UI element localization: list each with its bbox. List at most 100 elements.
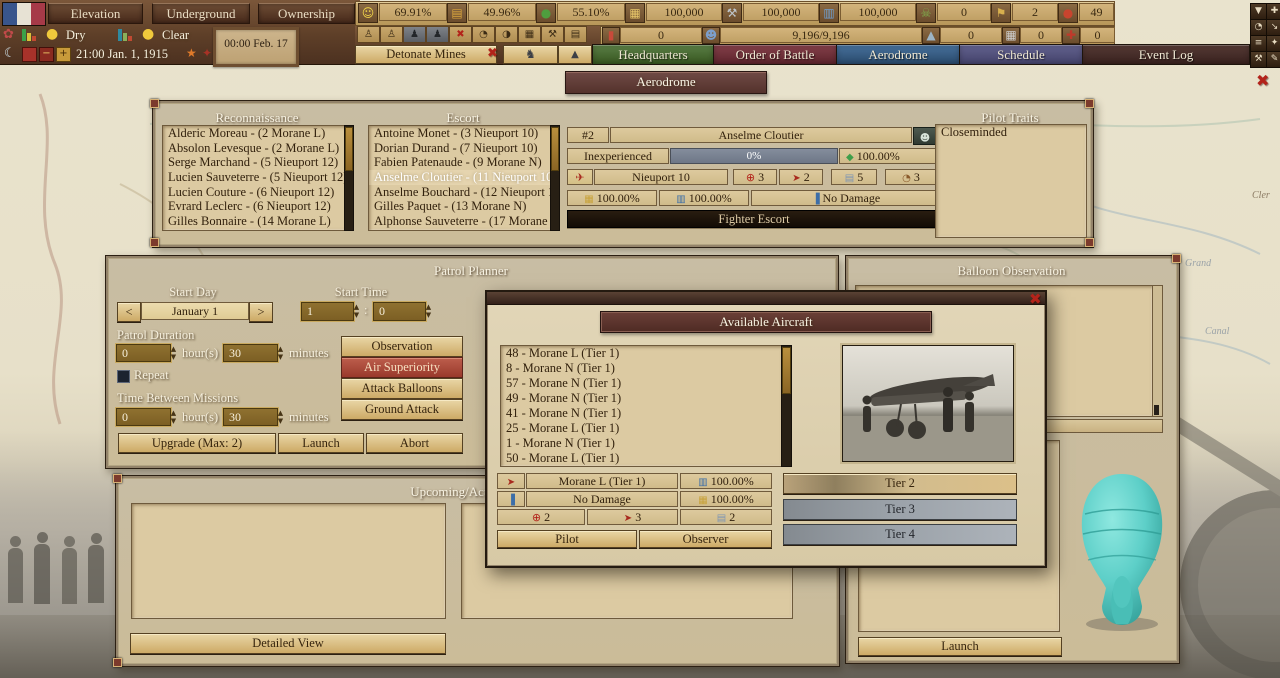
list-item[interactable]: Anselme Bouchard - (12 Nieuport 10) — [369, 185, 559, 200]
aircraft-item[interactable]: 50 - Morane L (Tier 1) — [501, 451, 782, 466]
aircraft-item[interactable]: 8 - Morane N (Tier 1) — [501, 361, 782, 376]
start-minute-input[interactable]: 0 — [373, 302, 426, 321]
depot-icon[interactable]: ▤ — [564, 26, 587, 43]
map-mode-elevation[interactable]: Elevation — [48, 3, 143, 24]
alert-icon[interactable] — [22, 47, 37, 62]
wrench-icon[interactable]: ⚒ — [1250, 51, 1267, 68]
history-icon[interactable]: ◔ — [1250, 19, 1267, 36]
tbm-minute-input[interactable]: 30 — [223, 408, 278, 426]
add-icon[interactable]: ✚ — [1266, 3, 1280, 20]
list-item[interactable]: Lucien Sauveterre - (5 Nieuport 12) — [163, 170, 353, 185]
detonate-cancel-icon[interactable]: ✖ — [487, 46, 498, 61]
duration-minute-spinner[interactable]: ▲▼ — [276, 345, 285, 361]
map-mode-ownership[interactable]: Ownership — [258, 3, 355, 24]
duration-hour-input[interactable]: 0 — [116, 344, 171, 362]
window-close-icon[interactable]: ✖ — [1256, 73, 1269, 88]
list-item[interactable]: Absolon Levesque - (2 Morane L) — [163, 141, 353, 156]
workshop-icon[interactable]: ⚒ — [541, 26, 564, 43]
nav-schedule[interactable]: Schedule — [959, 44, 1083, 65]
list-item[interactable]: Evrard Leclerc - (6 Nieuport 12) — [163, 199, 353, 214]
aircraft-item[interactable]: 49 - Morane N (Tier 1) — [501, 391, 782, 406]
pilot-aircraft-button[interactable]: ✈ — [567, 169, 593, 185]
escort-scrollbar[interactable] — [550, 125, 560, 231]
list-item[interactable]: Alderic Moreau - (2 Morane L) — [163, 126, 353, 141]
pan-icon[interactable]: ↘ — [1266, 19, 1280, 36]
start-hour-input[interactable]: 1 — [301, 302, 354, 321]
pilot-role-button[interactable]: Fighter Escort — [567, 210, 941, 228]
disband-infantry-icon[interactable]: ♟ — [403, 26, 426, 43]
select-icon[interactable]: ✦ — [1266, 35, 1280, 52]
disband-worker-icon[interactable]: ♟ — [426, 26, 449, 43]
list-item[interactable]: Lucien Couture - (6 Nieuport 12) — [163, 185, 353, 200]
assign-observer-button[interactable]: Observer — [639, 530, 772, 548]
spark1-icon[interactable]: ★ — [186, 46, 197, 60]
start-minute-spinner[interactable]: ▲▼ — [424, 303, 433, 319]
upgrade-button[interactable]: Upgrade (Max: 2) — [118, 433, 276, 453]
speed-plus-button[interactable]: + — [56, 47, 71, 62]
mission-attack-balloons-button[interactable]: Attack Balloons — [341, 378, 463, 399]
tier2-button[interactable]: Tier 2 — [783, 473, 1017, 494]
start-day-prev-button[interactable]: < — [117, 302, 141, 322]
nav-order-of-battle[interactable]: Order of Battle — [713, 44, 837, 65]
start-hour-spinner[interactable]: ▲▼ — [352, 303, 361, 319]
spark2-icon[interactable]: ✦ — [202, 46, 212, 60]
recon-pilot-list[interactable]: Alderic Moreau - (2 Morane L) Absolon Le… — [162, 125, 354, 231]
detailed-view-button[interactable]: Detailed View — [130, 633, 446, 654]
map-mode-underground[interactable]: Underground — [152, 3, 250, 24]
start-day-next-button[interactable]: > — [249, 302, 273, 322]
list-item[interactable]: Gilles Paquet - (13 Morane N) — [369, 199, 559, 214]
list-item[interactable]: Gilles Bonnaire - (14 Morane L) — [163, 214, 353, 229]
trait-item[interactable]: Closeminded — [936, 125, 1086, 140]
list-item[interactable]: Alphonse Sauveterre - (17 Morane N) — [369, 214, 559, 229]
mission-ground-attack-button[interactable]: Ground Attack — [341, 399, 463, 420]
mission-air-superiority-button[interactable]: Air Superiority — [341, 357, 463, 378]
list-item[interactable]: Dorian Durand - (7 Nieuport 10) — [369, 141, 559, 156]
planner-launch-button[interactable]: Launch — [278, 433, 364, 453]
cancel-orders-icon[interactable]: ✖ — [449, 26, 472, 43]
list-item[interactable]: Fabien Patenaude - (9 Morane N) — [369, 155, 559, 170]
detonate-mines-button[interactable]: Detonate Mines — [355, 45, 497, 64]
assign-pilot-button[interactable]: Pilot — [497, 530, 637, 548]
list-item-selected[interactable]: Anselme Cloutier - (11 Nieuport 10) — [369, 170, 559, 185]
prison-camp-icon[interactable]: ▦ — [518, 26, 541, 43]
aircraft-item[interactable]: 48 - Morane L (Tier 1) — [501, 346, 782, 361]
repeat-checkbox[interactable] — [117, 370, 130, 383]
pilot-traits-list[interactable]: Closeminded — [935, 124, 1087, 238]
list-item[interactable]: Serge Marchand - (5 Nieuport 12) — [163, 155, 353, 170]
aircraft-item[interactable]: 41 - Morane N (Tier 1) — [501, 406, 782, 421]
pilot-portrait-button[interactable]: ☻ — [913, 127, 937, 145]
event-log-bar[interactable]: Event Log — [1082, 44, 1250, 65]
tbm-hour-spinner[interactable]: ▲▼ — [169, 409, 178, 425]
tier4-button[interactable]: Tier 4 — [783, 524, 1017, 545]
tier3-button[interactable]: Tier 3 — [783, 499, 1017, 520]
nav-aerodrome[interactable]: Aerodrome — [836, 44, 960, 65]
recon-scrollbar[interactable] — [344, 125, 354, 231]
dig-timer-icon[interactable]: ◔ — [472, 26, 495, 43]
tbm-hour-input[interactable]: 0 — [116, 408, 171, 426]
bird-command-button[interactable]: ♞ — [503, 45, 558, 64]
aircraft-scrollbar[interactable] — [781, 345, 792, 467]
list-item[interactable]: Antoine Monet - (3 Nieuport 10) — [369, 126, 559, 141]
balloon-scrollbar[interactable] — [1152, 285, 1163, 417]
speed-minus-button[interactable]: − — [39, 47, 54, 62]
escort-pilot-list[interactable]: Antoine Monet - (3 Nieuport 10) Dorian D… — [368, 125, 560, 231]
ledger-icon[interactable]: ≡ — [1250, 35, 1267, 52]
dig-timer2-icon[interactable]: ◑ — [495, 26, 518, 43]
recruit-infantry-icon[interactable]: ♙ — [357, 26, 380, 43]
duration-minute-input[interactable]: 30 — [223, 344, 278, 362]
tbm-minute-spinner[interactable]: ▲▼ — [276, 409, 285, 425]
aircraft-item[interactable]: 57 - Morane N (Tier 1) — [501, 376, 782, 391]
draw-icon[interactable]: ✎ — [1266, 51, 1280, 68]
duration-hour-spinner[interactable]: ▲▼ — [169, 345, 178, 361]
balloon-launch-button[interactable]: Launch — [858, 637, 1062, 656]
terrain-command-button[interactable]: ▲ — [558, 45, 592, 64]
dialog-close-icon[interactable]: ✖ — [1029, 292, 1042, 307]
aircraft-item[interactable]: 1 - Morane N (Tier 1) — [501, 436, 782, 451]
aircraft-item[interactable]: 25 - Morane L (Tier 1) — [501, 421, 782, 436]
nav-headquarters[interactable]: Headquarters — [592, 44, 714, 65]
aircraft-list[interactable]: 48 - Morane L (Tier 1) 8 - Morane N (Tie… — [500, 345, 783, 467]
mission-observation-button[interactable]: Observation — [341, 336, 463, 357]
filter-icon[interactable]: ▼ — [1250, 3, 1267, 20]
recruit-worker-icon[interactable]: ♙ — [380, 26, 403, 43]
abort-button[interactable]: Abort — [366, 433, 463, 453]
